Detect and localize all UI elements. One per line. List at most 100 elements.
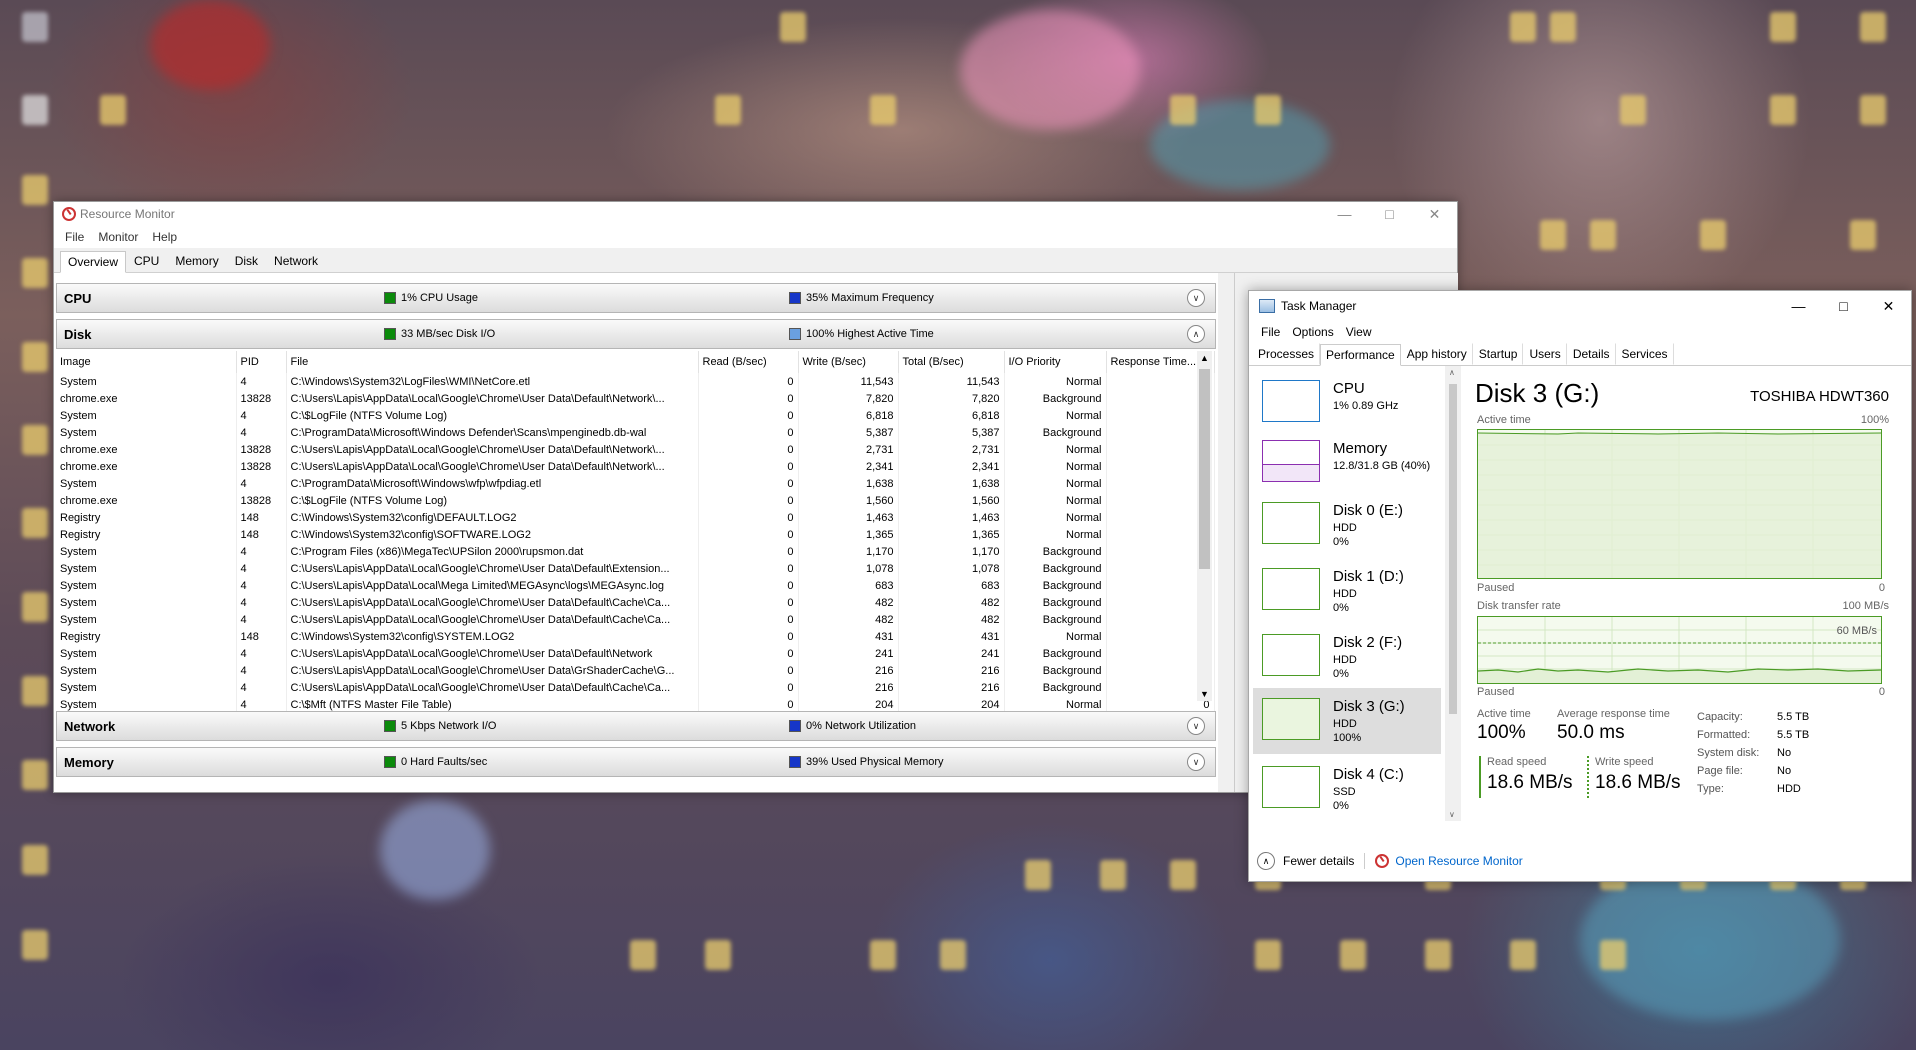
cell-total: 2,341 xyxy=(898,458,1005,475)
performance-sidebar: CPU 1% 0.89 GHz Memory 12.8/31.8 GB (40%… xyxy=(1249,366,1445,816)
cpu-thumbnail-graph xyxy=(1262,380,1320,422)
menu-options[interactable]: Options xyxy=(1286,325,1339,339)
table-row[interactable]: chrome.exe 13828 C:\Users\Lapis\AppData\Lo… xyxy=(56,441,1215,458)
network-util-text: 0% Network Utilization xyxy=(806,720,917,732)
cpu-section-header[interactable]: CPU 1% CPU Usage 35% Maximum Frequency ∨ xyxy=(56,283,1216,313)
cell-read: 0 xyxy=(698,458,799,475)
scroll-up-icon[interactable]: ∧ xyxy=(1449,368,1455,377)
minimize-button[interactable]: — xyxy=(1322,202,1367,226)
disk-table-scrollbar[interactable]: ▲ ▼ xyxy=(1197,351,1212,701)
network-section-header[interactable]: Network 5 Kbps Network I/O 0% Network Ut… xyxy=(56,711,1216,741)
open-resource-monitor-link[interactable]: Open Resource Monitor xyxy=(1395,854,1522,868)
table-row[interactable]: System 4 C:\Users\Lapis\AppData\Local\Goog… xyxy=(56,560,1215,577)
table-row[interactable]: System 4 C:\Users\Lapis\AppData\Local\Goog… xyxy=(56,662,1215,679)
sidebar-item-cpu[interactable]: CPU 1% 0.89 GHz xyxy=(1253,374,1441,438)
taskmgr-menubar: File Options View xyxy=(1249,321,1911,343)
fewer-details-link[interactable]: Fewer details xyxy=(1283,854,1354,868)
tab-cpu[interactable]: CPU xyxy=(126,250,167,272)
disk-thumbnail-graph xyxy=(1262,568,1320,610)
column-header-image[interactable]: Image xyxy=(56,351,237,373)
menu-file[interactable]: File xyxy=(58,230,91,244)
column-header-write[interactable]: Write (B/sec) xyxy=(798,351,899,373)
scrollbar-thumb[interactable] xyxy=(1449,384,1457,714)
cell-image: chrome.exe xyxy=(56,441,237,458)
tab-network[interactable]: Network xyxy=(266,250,326,272)
table-row[interactable]: System 4 C:\$LogFile (NTFS Volume Log) 0 6,8… xyxy=(56,407,1215,424)
sidebar-item-sub: HDD xyxy=(1333,718,1357,730)
sidebar-item-disk-0[interactable]: Disk 0 (E:) HDD 0% xyxy=(1253,496,1441,560)
table-row[interactable]: chrome.exe 13828 C:\$LogFile (NTFS Volume … xyxy=(56,492,1215,509)
close-button[interactable]: ✕ xyxy=(1866,291,1911,321)
table-row[interactable]: System 4 C:\Users\Lapis\AppData\Local\Goog… xyxy=(56,611,1215,628)
tab-disk[interactable]: Disk xyxy=(227,250,266,272)
tab-services[interactable]: Services xyxy=(1616,343,1674,365)
disk-section-header[interactable]: Disk 33 MB/sec Disk I/O 100% Highest Act… xyxy=(56,319,1216,349)
column-header-read[interactable]: Read (B/sec) xyxy=(698,351,799,373)
sidebar-item-disk-3[interactable]: Disk 3 (G:) HDD 100% xyxy=(1253,688,1441,754)
table-row[interactable]: System 4 C:\ProgramData\Microsoft\Windows\… xyxy=(56,475,1215,492)
memory-section-header[interactable]: Memory 0 Hard Faults/sec 39% Used Physic… xyxy=(56,747,1216,777)
cell-io-priority: Normal xyxy=(1004,441,1107,458)
table-row[interactable]: chrome.exe 13828 C:\Users\Lapis\AppData\Lo… xyxy=(56,458,1215,475)
cell-io-priority: Background xyxy=(1004,390,1107,407)
resmon-titlebar[interactable]: Resource Monitor — □ ✕ xyxy=(54,202,1457,226)
disk-io-text: 33 MB/sec Disk I/O xyxy=(401,328,496,340)
table-row[interactable]: System 4 C:\Program Files (x86)\MegaTec\UP… xyxy=(56,543,1215,560)
close-button[interactable]: ✕ xyxy=(1412,202,1457,226)
cell-total: 1,560 xyxy=(898,492,1005,509)
table-row[interactable]: System 4 C:\Users\Lapis\AppData\Local\Mega… xyxy=(56,577,1215,594)
cpu-section-title: CPU xyxy=(64,290,92,306)
column-header-total[interactable]: Total (B/sec) xyxy=(898,351,1005,373)
table-row[interactable]: System 4 C:\ProgramData\Microsoft\Windows … xyxy=(56,424,1215,441)
menu-help[interactable]: Help xyxy=(145,230,184,244)
minimize-button[interactable]: — xyxy=(1776,291,1821,321)
sidebar-item-disk-4[interactable]: Disk 4 (C:) SSD 0% xyxy=(1253,760,1441,824)
network-util-legend: 0% Network Utilization xyxy=(789,720,916,732)
table-row[interactable]: System 4 C:\Windows\System32\LogFiles\WMI\… xyxy=(56,373,1215,390)
chevron-up-icon[interactable]: ∧ xyxy=(1257,852,1275,870)
taskmgr-titlebar[interactable]: Task Manager — □ ✕ xyxy=(1249,291,1911,321)
tab-app-history[interactable]: App history xyxy=(1401,343,1473,365)
tab-processes[interactable]: Processes xyxy=(1252,343,1321,365)
chevron-down-icon[interactable]: ∨ xyxy=(1187,289,1205,307)
scrollbar-thumb[interactable] xyxy=(1199,369,1210,569)
table-row[interactable]: chrome.exe 13828 C:\Users\Lapis\AppData\Lo… xyxy=(56,390,1215,407)
table-row[interactable]: System 4 C:\Users\Lapis\AppData\Local\Goog… xyxy=(56,679,1215,696)
table-row[interactable]: System 4 C:\Users\Lapis\AppData\Local\Goog… xyxy=(56,594,1215,611)
tab-users[interactable]: Users xyxy=(1523,343,1567,365)
menu-monitor[interactable]: Monitor xyxy=(91,230,145,244)
maximize-button[interactable]: □ xyxy=(1821,291,1866,321)
chevron-down-icon[interactable]: ∨ xyxy=(1187,753,1205,771)
sidebar-item-disk-1[interactable]: Disk 1 (D:) HDD 0% xyxy=(1253,562,1441,626)
menu-view[interactable]: View xyxy=(1340,325,1378,339)
scroll-down-icon[interactable]: ∨ xyxy=(1449,810,1455,819)
menu-file[interactable]: File xyxy=(1255,325,1286,339)
sidebar-item-label: CPU xyxy=(1333,380,1365,397)
tab-performance[interactable]: Performance xyxy=(1320,344,1401,366)
maximize-button[interactable]: □ xyxy=(1367,202,1412,226)
cell-read: 0 xyxy=(698,645,799,662)
chevron-down-icon[interactable]: ∨ xyxy=(1187,717,1205,735)
column-header-file[interactable]: File xyxy=(286,351,699,373)
sidebar-item-disk-2[interactable]: Disk 2 (F:) HDD 0% xyxy=(1253,628,1441,692)
green-square-icon xyxy=(384,756,396,768)
scroll-down-icon[interactable]: ▼ xyxy=(1200,689,1209,699)
tab-overview[interactable]: Overview xyxy=(60,251,127,273)
tab-memory[interactable]: Memory xyxy=(167,250,226,272)
sidebar-scrollbar[interactable]: ∧ ∨ xyxy=(1445,366,1461,821)
table-row[interactable]: Registry 148 C:\Windows\System32\config\SY… xyxy=(56,628,1215,645)
chevron-up-icon[interactable]: ∧ xyxy=(1187,325,1205,343)
overview-scrollbar[interactable] xyxy=(1218,273,1234,792)
column-header-pid[interactable]: PID xyxy=(236,351,287,373)
table-row[interactable]: System 4 C:\Users\Lapis\AppData\Local\Goog… xyxy=(56,645,1215,662)
property-row: System disk: No xyxy=(1697,744,1809,762)
column-header-io-priority[interactable]: I/O Priority xyxy=(1004,351,1107,373)
tab-details[interactable]: Details xyxy=(1567,343,1616,365)
resource-monitor-icon xyxy=(1375,854,1390,868)
tab-startup[interactable]: Startup xyxy=(1473,343,1524,365)
sidebar-item-memory[interactable]: Memory 12.8/31.8 GB (40%) xyxy=(1253,434,1441,498)
cell-io-priority: Normal xyxy=(1004,373,1107,390)
scroll-up-icon[interactable]: ▲ xyxy=(1200,353,1209,363)
table-row[interactable]: Registry 148 C:\Windows\System32\config\DE… xyxy=(56,509,1215,526)
table-row[interactable]: Registry 148 C:\Windows\System32\config\SO… xyxy=(56,526,1215,543)
